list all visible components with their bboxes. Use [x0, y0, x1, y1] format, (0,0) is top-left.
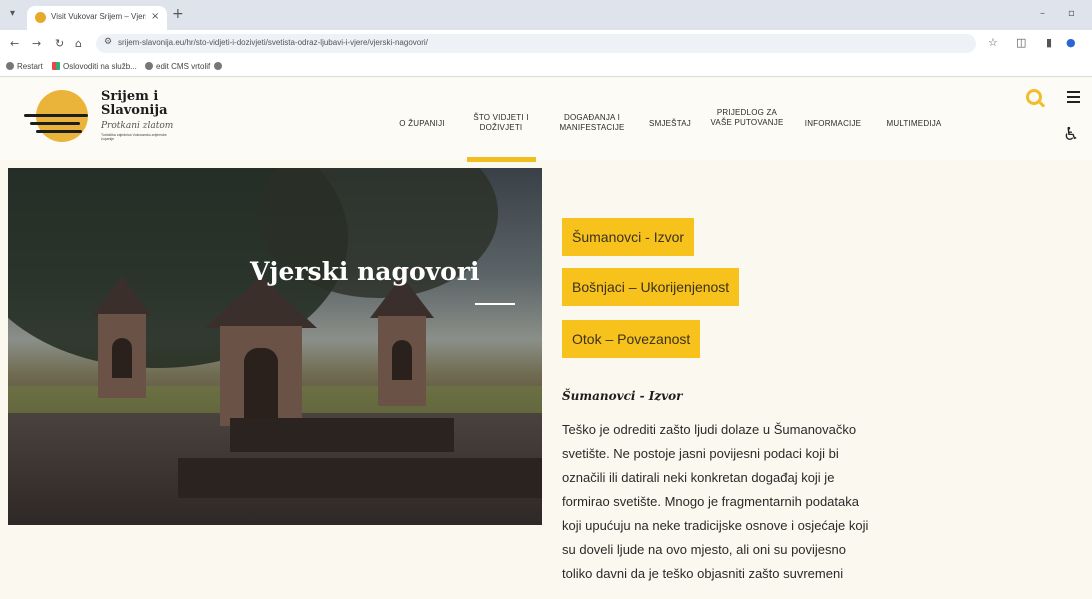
logo-stroke: [36, 130, 82, 133]
address-bar[interactable]: ⚙ srijem-slavonija.eu/hr/sto-vidjeti-i-d…: [96, 34, 976, 53]
tab-search-icon[interactable]: ▾: [10, 9, 20, 19]
paragraph-line: toliko davni da je teško objasniti zašto…: [562, 566, 844, 581]
tab-title: Visit Vukovar Srijem – Vjerski n: [51, 12, 146, 21]
chapel-door: [244, 348, 278, 426]
profile-icon[interactable]: ●: [1066, 36, 1076, 49]
tab-close-icon[interactable]: ×: [151, 11, 159, 22]
extensions-icon[interactable]: ◫: [1016, 36, 1026, 49]
active-menu-indicator: [467, 157, 536, 162]
bookmark-icon: [145, 62, 153, 70]
sidebar-icon[interactable]: ▮: [1046, 36, 1052, 49]
chapel-window: [392, 340, 412, 380]
reload-icon[interactable]: ↻: [55, 37, 64, 50]
menu-item-multimedija[interactable]: Multimedija: [878, 119, 950, 129]
new-tab-button[interactable]: +: [172, 6, 184, 22]
paragraph-line: Teško je odrediti zašto ljudi dolaze u Š…: [562, 422, 857, 437]
bookmark-item[interactable]: Oslovoditi na služb...: [52, 62, 137, 71]
restore-icon[interactable]: ▫: [1068, 9, 1078, 19]
menu-item-dogadanja[interactable]: Događanja i manifestacije: [552, 113, 632, 133]
chapel-window: [112, 338, 132, 378]
hamburger-menu-icon[interactable]: [1067, 91, 1080, 106]
browser-tab[interactable]: Visit Vukovar Srijem – Vjerski n ×: [27, 6, 167, 30]
minimize-icon[interactable]: –: [1040, 9, 1050, 19]
bookmark-item[interactable]: Restart: [6, 62, 43, 71]
back-icon[interactable]: ←: [10, 37, 19, 50]
menu-item-sto-vidjeti[interactable]: Što vidjeti i doživjeti: [466, 113, 536, 133]
bookmark-icon: [214, 62, 222, 70]
browser-tab-bar: ▾ Visit Vukovar Srijem – Vjerski n × + –…: [0, 0, 1092, 30]
paragraph-line: označili ili datirali neki konkretan dog…: [562, 470, 835, 485]
hero-image: [8, 168, 542, 525]
section-title: Šumanovci - Izvor: [562, 389, 683, 403]
logo-stroke: [24, 114, 88, 117]
paragraph-line: svetište. Ne postoje jasni povijesni pod…: [562, 446, 839, 461]
logo-subtitle: Turistička zajednica Vukovarsko-srijemsk…: [101, 133, 167, 141]
link-sumanovci-izvor[interactable]: Šumanovci - Izvor: [562, 218, 695, 256]
bookmark-item[interactable]: [214, 62, 225, 71]
search-icon[interactable]: [1026, 89, 1042, 105]
browser-toolbar: ← → ↻ ⌂ ⚙ srijem-slavonija.eu/hr/sto-vid…: [0, 30, 1092, 57]
paragraph-line: formirao svetište. Mnogo je fragmentarni…: [562, 494, 859, 509]
accessibility-icon[interactable]: ♿: [1063, 124, 1079, 145]
logo-title: Srijem i Slavonija: [101, 89, 168, 118]
link-otok-povezanost[interactable]: Otok – Povezanost: [562, 320, 701, 358]
chapel-roof: [92, 276, 152, 316]
menu-item-smjestaj[interactable]: Smještaj: [645, 119, 695, 129]
paragraph-line: su doveli ljude na ovo mjesto, ali oni s…: [562, 542, 847, 557]
logo-stroke: [30, 122, 80, 125]
site-info-icon[interactable]: ⚙: [104, 37, 112, 47]
forward-icon[interactable]: →: [32, 37, 41, 50]
paragraph-line: koji upućuju na neke tradicijske osnove …: [562, 518, 869, 533]
url-text: srijem-slavonija.eu/hr/sto-vidjeti-i-doz…: [118, 38, 428, 47]
bench: [178, 458, 542, 498]
logo-tagline: Protkani zlatom: [101, 121, 174, 131]
body-paragraph: Teško je odrediti zašto ljudi dolaze u Š…: [562, 418, 962, 586]
menu-item-informacije[interactable]: Informacije: [798, 119, 868, 129]
apps-icon: [52, 62, 60, 70]
hero-title: Vjerski nagovori: [250, 257, 480, 286]
site-favicon-icon: [35, 12, 46, 23]
menu-item-prijedlog[interactable]: Prijedlog za vaše putovanje: [708, 108, 786, 128]
hero-underline: [475, 303, 515, 305]
bookmark-icon: [6, 62, 14, 70]
link-bosnjaci-ukorijenjenost[interactable]: Bošnjaci – Ukorijenjenost: [562, 268, 740, 306]
bookmark-item[interactable]: edit CMS vrtolif: [145, 62, 210, 71]
menu-item-o-zupaniji[interactable]: O županiji: [396, 119, 448, 129]
bench: [230, 418, 454, 452]
bookmarks-bar: Restart Oslovoditi na služb... edit CMS …: [0, 57, 1092, 77]
home-icon[interactable]: ⌂: [75, 37, 82, 50]
bookmark-star-icon[interactable]: ☆: [988, 36, 998, 49]
